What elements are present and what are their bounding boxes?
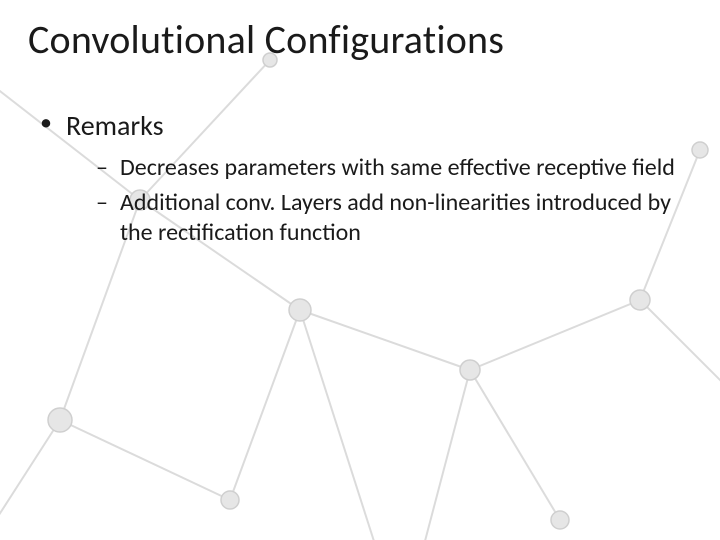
- bullet-l1-item: Remarks Decreases parameters with same e…: [40, 108, 692, 249]
- bullet-list-level2: Decreases parameters with same effective…: [66, 153, 692, 249]
- slide-title: Convolutional Configurations: [28, 18, 692, 62]
- slide-content: Convolutional Configurations Remarks Dec…: [0, 0, 720, 249]
- bullet-l2-item: Decreases parameters with same effective…: [96, 153, 692, 184]
- bullet-l1-label: Remarks: [66, 108, 164, 143]
- bullet-l2-item: Additional conv. Layers add non-linearit…: [96, 188, 692, 249]
- bullet-list-level1: Remarks Decreases parameters with same e…: [28, 108, 692, 249]
